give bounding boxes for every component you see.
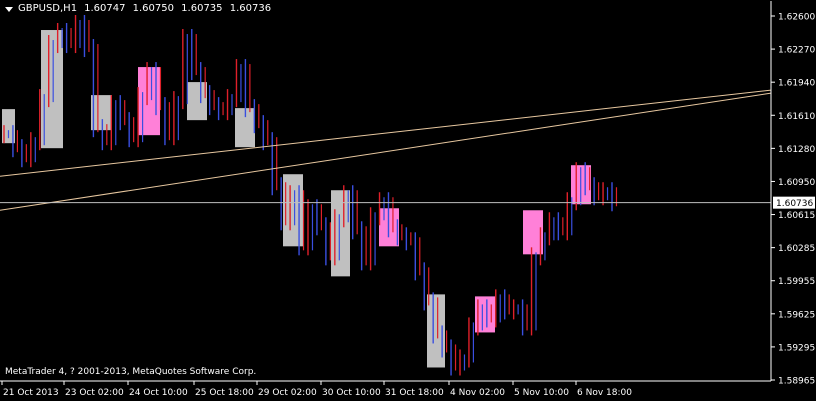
y-tick-label: 1.59295 bbox=[778, 343, 815, 353]
price-chart[interactable]: 1.62600 1.62270 1.61940 1.61610 1.61280 1.609… bbox=[0, 0, 816, 401]
x-tick-label: 6 Nov 18:00 bbox=[577, 388, 632, 398]
y-tick-label: 1.59625 bbox=[778, 310, 815, 320]
x-tick-label: 30 Oct 10:00 bbox=[322, 388, 381, 398]
x-tick-label: 21 Oct 2013 bbox=[3, 388, 59, 398]
y-tick-label: 1.60950 bbox=[778, 178, 815, 188]
price-tag-label: 1.60736 bbox=[776, 199, 813, 209]
x-tick-label: 24 Oct 10:00 bbox=[129, 388, 188, 398]
y-tick-label: 1.59955 bbox=[778, 277, 815, 287]
y-tick-label: 1.62270 bbox=[778, 46, 815, 56]
y-tick-label: 1.61280 bbox=[778, 145, 815, 155]
x-tick-label: 31 Oct 18:00 bbox=[385, 388, 444, 398]
box-gray bbox=[187, 82, 207, 121]
y-tick-label: 1.62600 bbox=[778, 13, 815, 23]
y-tick-label: 1.60615 bbox=[778, 211, 815, 221]
copyright-text: MetaTrader 4, ? 2001-2013, MetaQuotes So… bbox=[5, 367, 257, 377]
box-gray bbox=[91, 95, 112, 131]
y-tick-label: 1.61940 bbox=[778, 79, 815, 89]
x-tick-label: 23 Oct 02:00 bbox=[65, 388, 124, 398]
x-tick-label: 4 Nov 02:00 bbox=[450, 388, 505, 398]
y-tick-label: 1.60285 bbox=[778, 244, 815, 254]
box-gray bbox=[331, 190, 350, 277]
x-tick-label: 29 Oct 02:00 bbox=[258, 388, 317, 398]
x-tick-label: 25 Oct 18:00 bbox=[195, 388, 254, 398]
y-tick-label: 1.58965 bbox=[778, 377, 815, 387]
y-tick-label: 1.61610 bbox=[778, 112, 815, 122]
x-tick-label: 5 Nov 10:00 bbox=[514, 388, 569, 398]
